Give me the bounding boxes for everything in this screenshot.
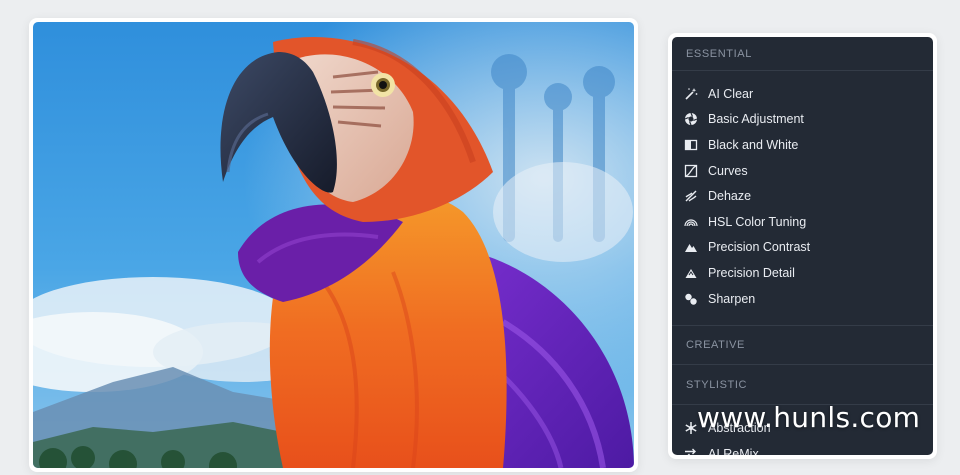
filter-item-black-and-white[interactable]: Black and White: [672, 132, 933, 158]
filter-item-curves[interactable]: Curves: [672, 158, 933, 184]
filter-item-precision-contrast[interactable]: Precision Contrast: [672, 235, 933, 261]
filter-label: Precision Detail: [708, 265, 795, 280]
half-square-icon: [684, 138, 698, 152]
filter-label: HSL Color Tuning: [708, 214, 807, 229]
filter-label: Basic Adjustment: [708, 112, 804, 127]
filter-item-hsl-color-tuning[interactable]: HSL Color Tuning: [672, 209, 933, 235]
filter-label: Precision Contrast: [708, 240, 811, 255]
filter-item-ai-clear[interactable]: AI Clear: [672, 81, 933, 107]
snowflake-icon: [684, 421, 698, 435]
curve-icon: [684, 164, 698, 178]
filter-label: AI Clear: [708, 86, 754, 101]
filter-item-precision-detail[interactable]: Precision Detail: [672, 260, 933, 286]
photo-preview[interactable]: [33, 22, 634, 468]
rainbow-icon: [684, 215, 698, 229]
dehaze-icon: [684, 189, 698, 203]
section-header-creative[interactable]: CREATIVE: [672, 325, 933, 366]
filter-item-basic-adjustment[interactable]: Basic Adjustment: [672, 107, 933, 133]
filter-label: Dehaze: [708, 189, 752, 204]
watermark-text: www.hunls.com: [697, 401, 921, 434]
droplets-icon: [684, 292, 698, 306]
filter-item-sharpen[interactable]: Sharpen: [672, 286, 933, 312]
photo-card: [29, 18, 638, 472]
filter-panel: ESSENTIAL AI Clear Basic Adjustment Blac…: [672, 37, 933, 455]
parrot-image: [33, 22, 634, 468]
filter-item-ai-remix[interactable]: AI ReMix: [672, 441, 933, 455]
section-label-stylistic: STYLISTIC: [686, 378, 748, 391]
filter-label: AI ReMix: [708, 446, 759, 455]
magic-wand-icon: [684, 87, 698, 101]
section-header-essential[interactable]: ESSENTIAL: [672, 37, 933, 71]
detail-mountain-icon: [684, 266, 698, 280]
mountain-icon: [684, 240, 698, 254]
essential-filter-list: AI Clear Basic Adjustment Black and Whit…: [672, 71, 933, 325]
filter-item-dehaze[interactable]: Dehaze: [672, 183, 933, 209]
filter-label: Black and White: [708, 137, 799, 152]
filter-label: Sharpen: [708, 291, 756, 306]
section-label-essential: ESSENTIAL: [686, 47, 752, 60]
aperture-icon: [684, 112, 698, 126]
filter-panel-card: ESSENTIAL AI Clear Basic Adjustment Blac…: [668, 33, 937, 459]
section-header-stylistic[interactable]: STYLISTIC: [672, 365, 933, 406]
filter-label: Curves: [708, 163, 748, 178]
section-label-creative: CREATIVE: [686, 339, 745, 352]
shuffle-icon: [684, 447, 698, 455]
